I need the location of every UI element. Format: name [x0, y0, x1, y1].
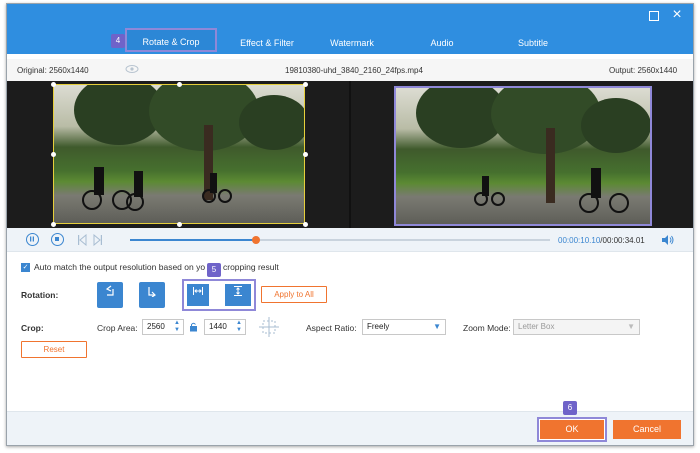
- preview-tree: [581, 98, 650, 153]
- rotation-label: Rotation:: [21, 290, 59, 300]
- skip-back-icon: [78, 233, 87, 247]
- lock-icon: [190, 322, 197, 332]
- cancel-button[interactable]: Cancel: [613, 420, 681, 439]
- rotate-right-icon: [148, 287, 156, 298]
- tab-subtitle[interactable]: Subtitle: [505, 36, 561, 50]
- tab-audio[interactable]: Audio: [417, 36, 467, 50]
- rotate-right-button[interactable]: [139, 282, 165, 308]
- zoom-mode-value: Letter Box: [518, 322, 555, 331]
- preview-wheel: [579, 193, 599, 213]
- preview-tree: [239, 95, 304, 150]
- volume-icon: [662, 235, 674, 245]
- ok-button-label: OK: [540, 420, 604, 439]
- preview-wheel: [218, 189, 232, 203]
- crop-handle[interactable]: [51, 222, 56, 227]
- timeline-knob[interactable]: [252, 236, 260, 244]
- crop-height-field[interactable]: 1440 ▲ ▼: [204, 319, 246, 335]
- preview-trunk: [546, 128, 555, 203]
- flip-button-group: [182, 279, 256, 311]
- crop-handle[interactable]: [303, 82, 308, 87]
- crop-area-label: Crop Area:: [97, 323, 138, 333]
- rotate-left-button[interactable]: [97, 282, 123, 308]
- eye-icon[interactable]: [125, 64, 139, 76]
- original-preview-crop-frame[interactable]: [53, 84, 305, 224]
- auto-match-label-tail: cropping result: [223, 262, 279, 272]
- chevron-down-icon: ▼: [433, 322, 441, 331]
- crop-handle[interactable]: [177, 82, 182, 87]
- pause-button[interactable]: [26, 233, 39, 246]
- crop-handle[interactable]: [51, 82, 56, 87]
- file-name: 19810380-uhd_3840_2160_24fps.mp4: [285, 66, 423, 75]
- timeline-progress: [130, 239, 256, 241]
- stop-icon: [55, 237, 59, 241]
- original-resolution: Original: 2560x1440: [17, 66, 89, 75]
- tab-watermark[interactable]: Watermark: [317, 36, 387, 50]
- preview-wheel: [126, 193, 144, 211]
- close-button[interactable]: ×: [671, 7, 683, 23]
- player-bar: 00:00:10.10/00:00:34.01: [7, 228, 693, 252]
- reset-button[interactable]: Reset: [21, 341, 87, 358]
- tab-effect-filter[interactable]: Effect & Filter: [227, 36, 307, 50]
- volume-button[interactable]: [661, 234, 675, 248]
- preview-area: [7, 81, 693, 228]
- crop-handle[interactable]: [303, 152, 308, 157]
- flip-horizontal-icon: [193, 287, 203, 295]
- tab-rotate-crop[interactable]: Rotate & Crop: [125, 28, 217, 52]
- aspect-ratio-value: Freely: [367, 322, 390, 331]
- rotate-left-icon: [105, 285, 114, 296]
- skip-forward-icon: [93, 233, 102, 247]
- info-bar: Original: 2560x1440 19810380-uhd_3840_21…: [7, 59, 693, 81]
- flip-horizontal-button[interactable]: [187, 284, 209, 306]
- crop-height-value: 1440: [209, 322, 227, 331]
- timeline-slider[interactable]: [130, 236, 550, 244]
- preview-wheel: [491, 192, 505, 206]
- step-badge-flip: 5: [207, 263, 221, 277]
- next-frame-button[interactable]: [93, 233, 103, 248]
- crop-width-field[interactable]: 2560 ▲ ▼: [142, 319, 184, 335]
- crop-width-stepper[interactable]: ▲ ▼: [173, 320, 181, 334]
- title-bar: × 4 Rotate & Crop Effect & Filter Waterm…: [7, 4, 693, 54]
- auto-match-label: Auto match the output resolution based o…: [34, 262, 206, 272]
- aspect-ratio-label: Aspect Ratio:: [306, 323, 357, 333]
- zoom-mode-label: Zoom Mode:: [463, 323, 511, 333]
- crop-label: Crop:: [21, 323, 44, 333]
- crop-dialog-window: × 4 Rotate & Crop Effect & Filter Waterm…: [6, 3, 694, 446]
- crop-handle[interactable]: [177, 222, 182, 227]
- preview-wheel: [82, 190, 102, 210]
- preview-wheel: [202, 189, 216, 203]
- ok-button[interactable]: OK: [537, 417, 607, 442]
- crop-handle[interactable]: [51, 152, 56, 157]
- aspect-ratio-select[interactable]: Freely ▼: [362, 319, 446, 335]
- zoom-mode-select: Letter Box ▼: [513, 319, 640, 335]
- output-resolution: Output: 2560x1440: [609, 66, 678, 75]
- chevron-down-icon: ▼: [627, 322, 635, 331]
- preview-divider: [349, 81, 351, 228]
- auto-match-checkbox[interactable]: ✓: [21, 263, 30, 272]
- crop-handle[interactable]: [303, 222, 308, 227]
- preview-wheel: [609, 193, 629, 213]
- flip-vertical-button[interactable]: [225, 284, 251, 306]
- total-time: /00:00:34.01: [600, 236, 645, 245]
- lock-aspect-button[interactable]: [189, 322, 198, 334]
- previous-frame-button[interactable]: [77, 233, 87, 248]
- current-time: 00:00:10.10: [558, 236, 601, 245]
- time-display: 00:00:10.10/00:00:34.01: [558, 236, 645, 245]
- step-badge-ok: 6: [563, 401, 577, 415]
- crop-height-stepper[interactable]: ▲ ▼: [235, 320, 243, 334]
- pause-icon: [30, 236, 34, 242]
- maximize-button[interactable]: [649, 11, 659, 21]
- output-preview: [394, 86, 652, 226]
- close-icon: ×: [672, 6, 682, 23]
- crop-width-value: 2560: [147, 322, 165, 331]
- stop-button[interactable]: [51, 233, 64, 246]
- step-badge-tab: 4: [111, 34, 125, 48]
- apply-to-all-button[interactable]: Apply to All: [261, 286, 327, 303]
- center-crop-button[interactable]: [258, 316, 280, 340]
- flip-vertical-icon: [234, 286, 242, 296]
- preview-wheel: [474, 192, 488, 206]
- crosshair-icon: [259, 317, 279, 337]
